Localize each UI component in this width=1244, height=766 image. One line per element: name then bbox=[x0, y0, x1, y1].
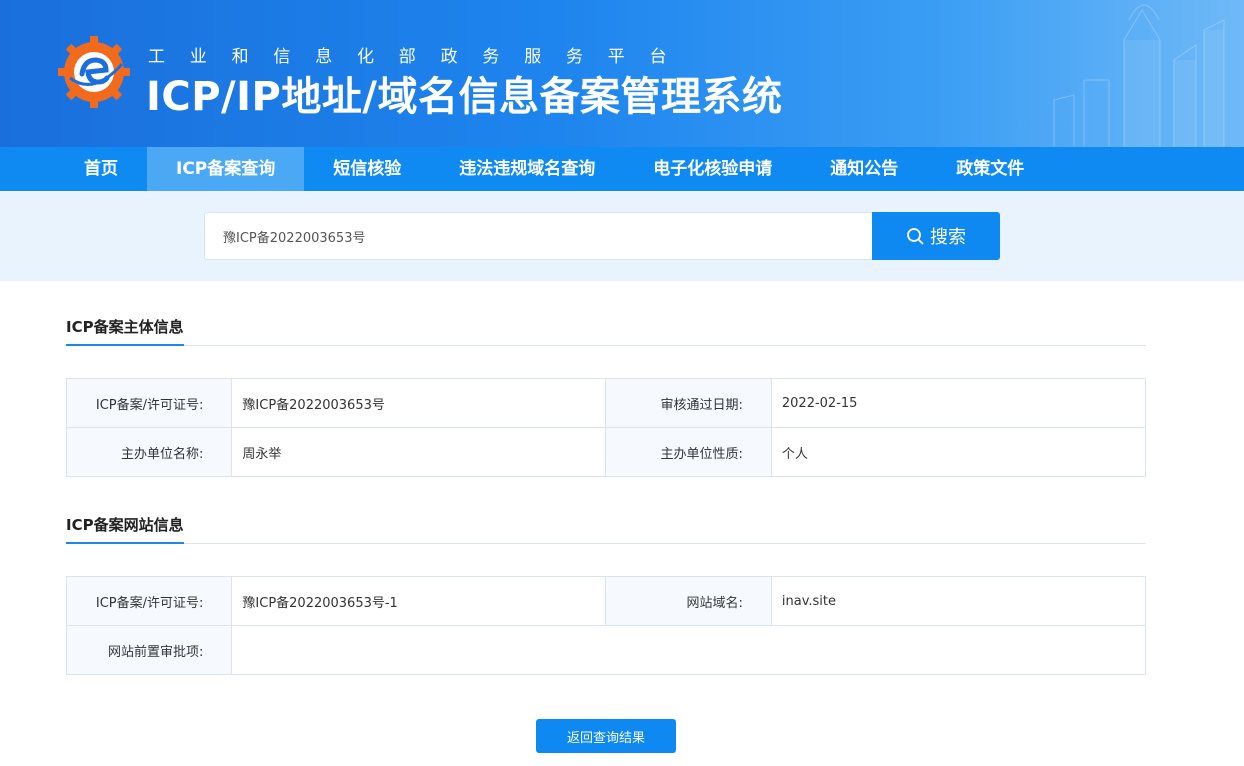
approve-date-value: 2022-02-15 bbox=[770, 378, 1147, 428]
table-row: 主办单位名称: 周永举 主办单位性质: 个人 bbox=[65, 427, 1147, 477]
entity-section-title: ICP备案主体信息 bbox=[66, 316, 184, 346]
site-license-value: 豫ICP备2022003653号-1 bbox=[231, 576, 607, 626]
site-section-title: ICP备案网站信息 bbox=[66, 514, 184, 544]
domain-label: 网站域名: bbox=[605, 576, 772, 626]
preapproval-value bbox=[231, 625, 1146, 675]
org-type-label: 主办单位性质: bbox=[605, 427, 772, 477]
entity-info-table: ICP备案/许可证号: 豫ICP备2022003653号 审核通过日期: 202… bbox=[65, 378, 1147, 477]
license-label: ICP备案/许可证号: bbox=[65, 378, 233, 428]
search-icon bbox=[907, 228, 924, 245]
section-divider bbox=[66, 345, 1146, 346]
main-nav: 首页 ICP备案查询 短信核验 违法违规域名查询 电子化核验申请 通知公告 政策… bbox=[0, 147, 1244, 191]
org-name-label: 主办单位名称: bbox=[65, 427, 233, 477]
approve-date-label: 审核通过日期: bbox=[605, 378, 772, 428]
nav-item-home[interactable]: 首页 bbox=[55, 147, 147, 191]
preapproval-label: 网站前置审批项: bbox=[65, 625, 233, 675]
org-name-value: 周永举 bbox=[231, 427, 607, 477]
nav-item-illegal-domain-query[interactable]: 违法违规域名查询 bbox=[430, 147, 624, 191]
site-header: 工业和信息化部政务服务平台 ICP/IP地址/域名信息备案管理系统 bbox=[0, 0, 1244, 147]
table-row: ICP备案/许可证号: 豫ICP备2022003653号 审核通过日期: 202… bbox=[65, 378, 1147, 428]
entity-section-header: ICP备案主体信息 bbox=[66, 316, 1146, 346]
nav-item-icp-query[interactable]: ICP备案查询 bbox=[147, 147, 305, 191]
nav-item-e-verify-apply[interactable]: 电子化核验申请 bbox=[624, 147, 801, 191]
site-info-table: ICP备案/许可证号: 豫ICP备2022003653号-1 网站域名: ina… bbox=[65, 576, 1147, 675]
table-row: ICP备案/许可证号: 豫ICP备2022003653号-1 网站域名: ina… bbox=[65, 576, 1147, 626]
nav-item-sms-verify[interactable]: 短信核验 bbox=[304, 147, 430, 191]
ministry-logo-icon bbox=[58, 36, 130, 108]
license-value: 豫ICP备2022003653号 bbox=[231, 378, 607, 428]
domain-value: inav.site bbox=[770, 576, 1147, 626]
table-row: 网站前置审批项: bbox=[65, 625, 1146, 675]
site-section-header: ICP备案网站信息 bbox=[66, 514, 1146, 544]
nav-item-policy-docs[interactable]: 政策文件 bbox=[927, 147, 1053, 191]
nav-item-notices[interactable]: 通知公告 bbox=[801, 147, 927, 191]
search-input[interactable] bbox=[204, 212, 872, 260]
search-button-label: 搜索 bbox=[930, 227, 966, 248]
org-type-value: 个人 bbox=[770, 427, 1147, 477]
system-title: ICP/IP地址/域名信息备案管理系统 bbox=[146, 74, 783, 120]
search-band: 搜索 bbox=[0, 191, 1244, 281]
site-license-label: ICP备案/许可证号: bbox=[65, 576, 233, 626]
search-button[interactable]: 搜索 bbox=[872, 212, 1000, 260]
back-to-results-button[interactable]: 返回查询结果 bbox=[536, 719, 676, 753]
section-divider bbox=[66, 543, 1146, 544]
city-skyline-decoration bbox=[1053, 4, 1225, 147]
